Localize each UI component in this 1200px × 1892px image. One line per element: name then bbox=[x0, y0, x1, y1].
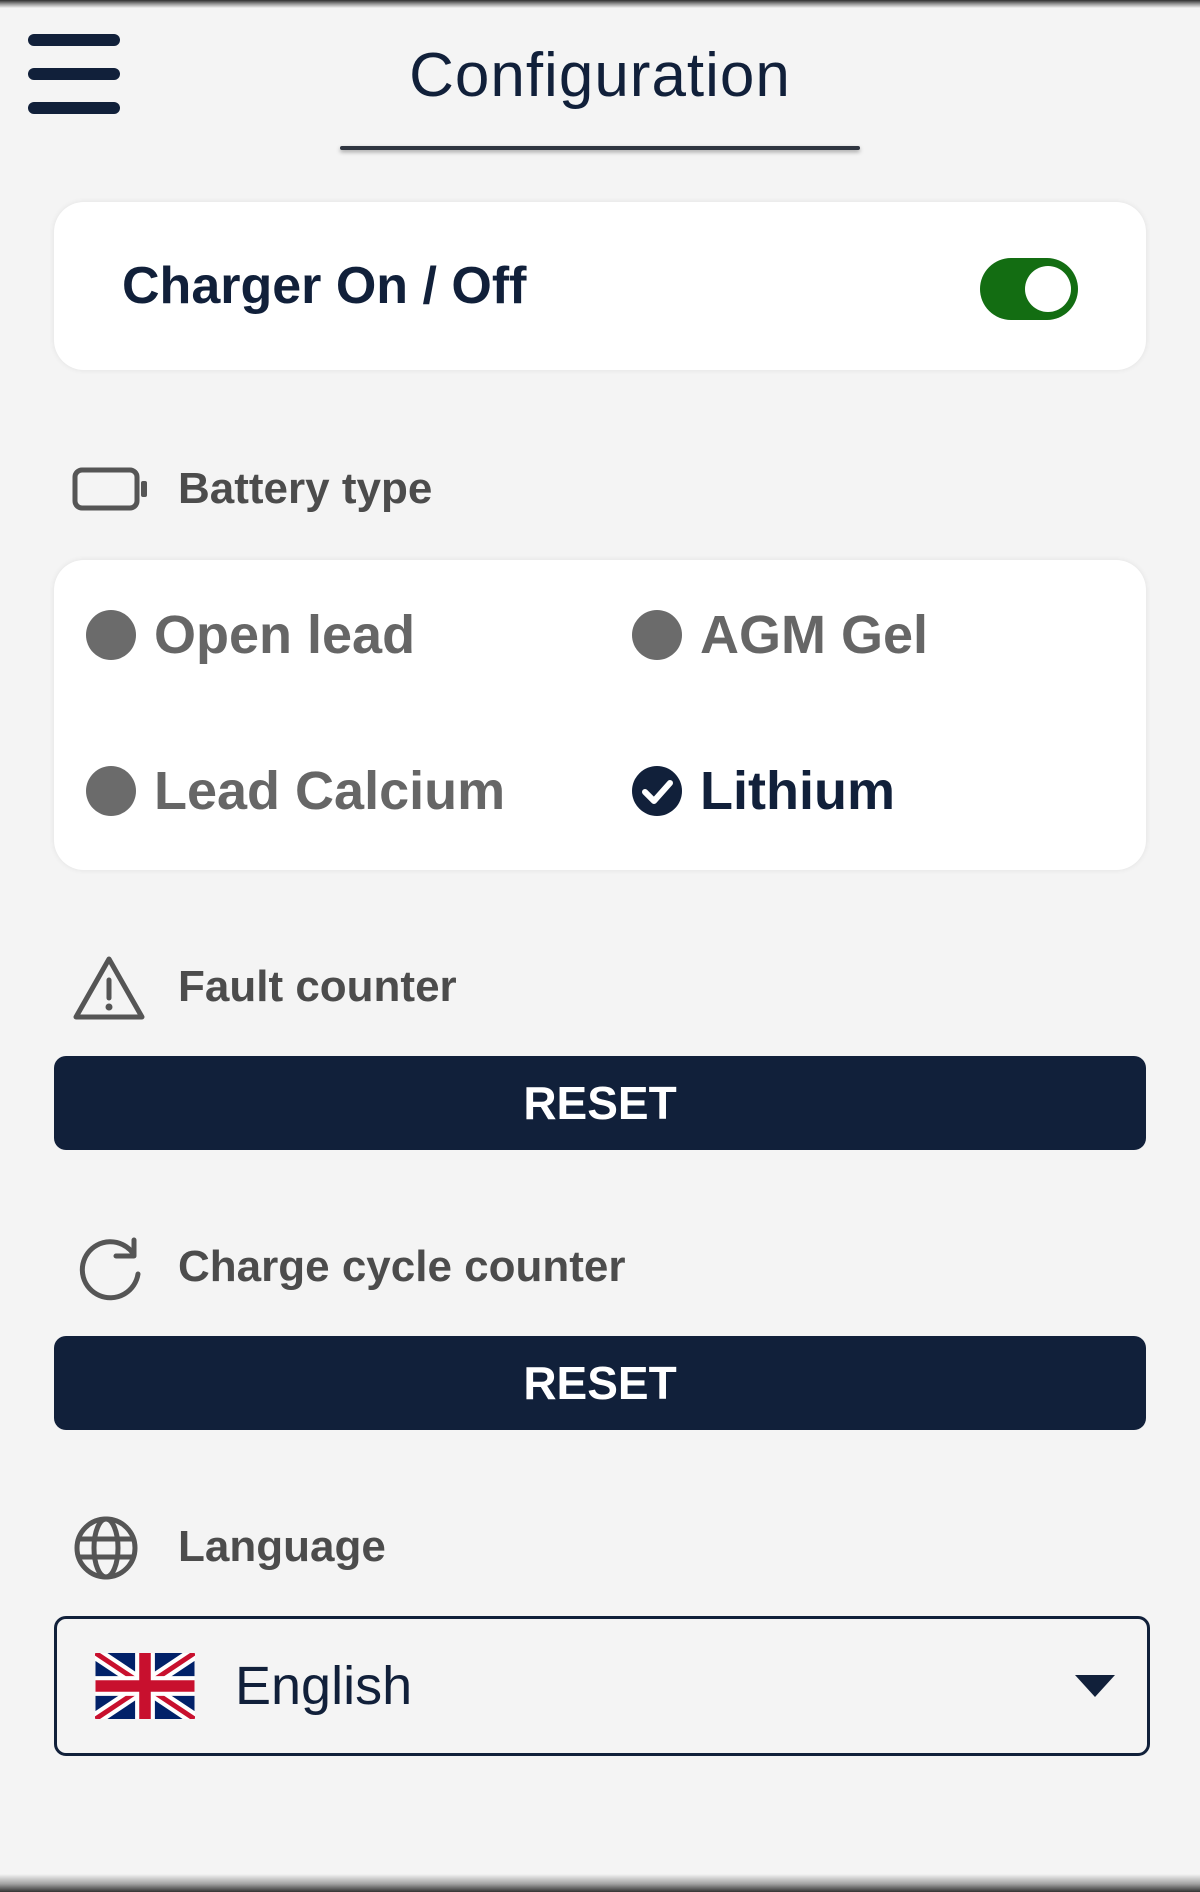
fault-counter-reset-button[interactable]: RESET bbox=[54, 1056, 1146, 1150]
option-label: AGM Gel bbox=[700, 605, 929, 665]
header-underline bbox=[340, 146, 860, 150]
charger-toggle-label: Charger On / Off bbox=[122, 257, 527, 315]
top-edge-shadow bbox=[0, 0, 1200, 8]
battery-icon bbox=[72, 466, 150, 521]
option-label: Lead Calcium bbox=[154, 761, 506, 821]
chevron-down-icon bbox=[1075, 1675, 1115, 1697]
language-label: Language bbox=[178, 1522, 386, 1571]
toggle-knob bbox=[1025, 266, 1071, 312]
charger-toggle[interactable] bbox=[980, 258, 1078, 320]
check-circle-icon bbox=[632, 766, 682, 816]
radio-unselected-icon bbox=[632, 610, 682, 660]
language-select[interactable]: English bbox=[54, 1616, 1150, 1756]
header: Configuration bbox=[340, 22, 860, 150]
radio-unselected-icon bbox=[86, 610, 136, 660]
charge-cycle-counter-reset-button[interactable]: RESET bbox=[54, 1336, 1146, 1430]
battery-type-card: Open lead AGM Gel Lead Calcium Lithium bbox=[54, 560, 1146, 870]
battery-type-label: Battery type bbox=[178, 464, 433, 513]
fault-counter-label: Fault counter bbox=[178, 962, 457, 1011]
language-selected-value: English bbox=[235, 1656, 413, 1716]
option-label: Open lead bbox=[154, 605, 416, 665]
globe-icon bbox=[72, 1514, 140, 1587]
menu-button[interactable] bbox=[26, 34, 122, 116]
charge-cycle-counter-label: Charge cycle counter bbox=[178, 1242, 626, 1291]
refresh-icon bbox=[72, 1236, 148, 1309]
uk-flag-icon bbox=[91, 1647, 199, 1725]
charger-card: Charger On / Off bbox=[54, 202, 1146, 370]
radio-unselected-icon bbox=[86, 766, 136, 816]
option-label: Lithium bbox=[700, 761, 895, 821]
page-title: Configuration bbox=[409, 41, 791, 110]
warning-icon bbox=[72, 954, 146, 1027]
bottom-edge-shadow bbox=[0, 1874, 1200, 1892]
